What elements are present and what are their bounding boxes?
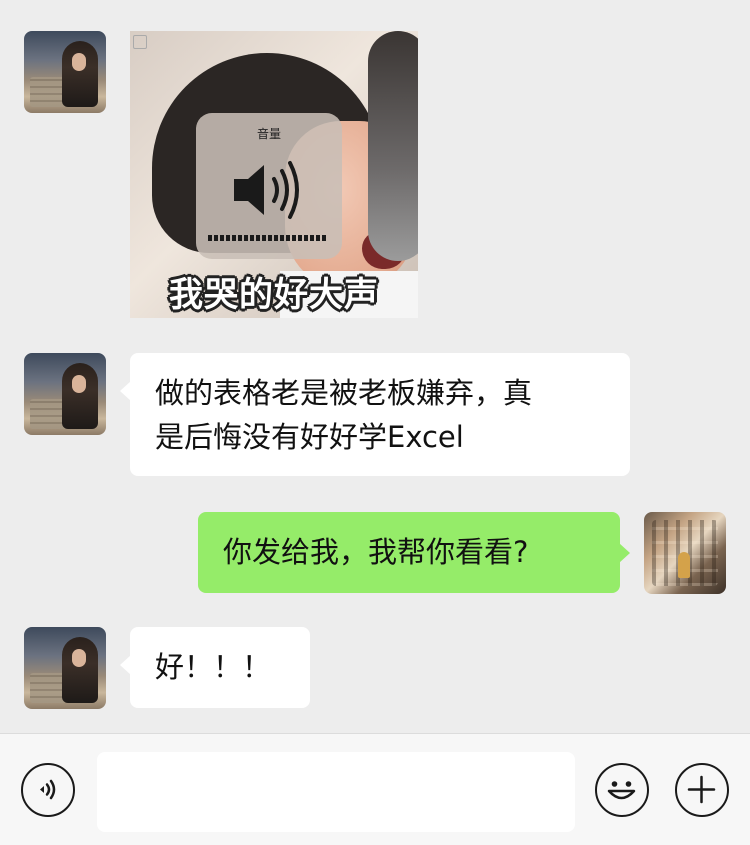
emoji-icon <box>607 781 636 800</box>
chat-area[interactable]: 音量 我哭的好大声 做的表格老是被老板嫌弃，真 是后悔没有好好学Excel 你发… <box>0 0 750 733</box>
message-line: 好！！！ <box>155 650 272 684</box>
incoming-message-bubble[interactable]: 做的表格老是被老板嫌弃，真 是后悔没有好好学Excel <box>120 353 630 476</box>
message-line: 是后悔没有好好学Excel <box>155 420 464 454</box>
volume-hud-label: 音量 <box>256 127 281 141</box>
input-bar <box>0 733 750 845</box>
speaker-icon <box>234 161 299 219</box>
image-corner-icon <box>133 35 147 49</box>
volume-hud: 音量 <box>196 113 342 259</box>
sticker-message[interactable]: 音量 我哭的好大声 <box>130 31 418 318</box>
contact-avatar[interactable] <box>24 353 106 435</box>
incoming-message-bubble[interactable]: 好！！！ <box>120 627 310 708</box>
more-options-button[interactable] <box>675 763 729 817</box>
message-line: 你发给我，我帮你看看? <box>223 535 529 569</box>
sticker-caption: 我哭的好大声 <box>169 275 379 315</box>
plus-icon <box>687 775 716 804</box>
contact-avatar[interactable] <box>24 627 106 709</box>
voice-icon <box>40 779 56 800</box>
contact-avatar[interactable] <box>24 31 106 113</box>
my-avatar[interactable] <box>644 512 726 594</box>
message-line: 做的表格老是被老板嫌弃，真 <box>155 376 533 410</box>
message-input[interactable] <box>97 752 575 832</box>
volume-level-bar <box>208 235 328 241</box>
voice-input-button[interactable] <box>21 763 75 817</box>
emoji-button[interactable] <box>595 763 649 817</box>
outgoing-message-bubble[interactable]: 你发给我，我帮你看看? <box>198 512 630 593</box>
